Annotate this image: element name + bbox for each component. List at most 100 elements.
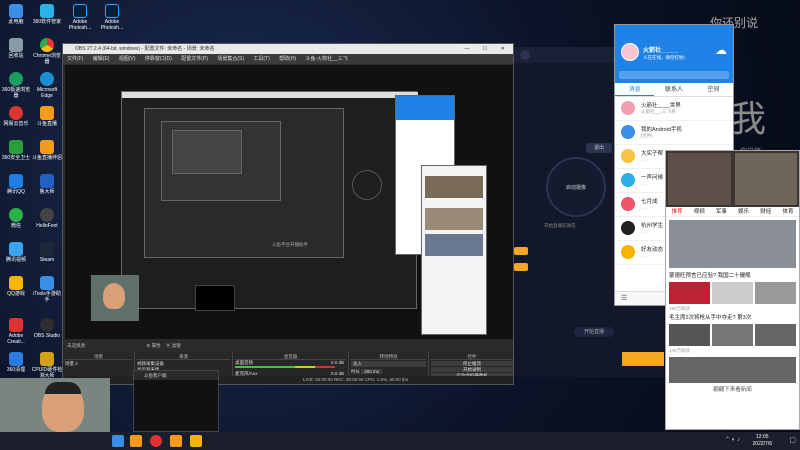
tray-icons[interactable]: ⌃ ◐ ♪ (725, 436, 740, 443)
news-thumb[interactable] (712, 281, 753, 304)
menu-tools[interactable]: 工具(T) (253, 56, 269, 62)
desktop-icon[interactable]: 回收站 (0, 38, 32, 60)
desktop-icon[interactable]: 360极速浏览器 (0, 72, 32, 99)
menu-stream-info[interactable]: 斗鱼-火箭社__三飞 (306, 56, 348, 62)
nested-titlebar (122, 92, 418, 98)
avatar (621, 197, 635, 211)
news-tab[interactable]: 体育 (777, 207, 799, 216)
start-camera-circle[interactable]: 启动摄像 (546, 157, 606, 217)
taskbar-app[interactable] (150, 435, 162, 447)
transition-select[interactable]: 淡入 (351, 361, 426, 367)
contact-message: [文件] (641, 133, 653, 138)
desktop-icon[interactable]: 腾讯QQ (0, 174, 32, 196)
news-image[interactable] (668, 153, 731, 205)
desktop-icon[interactable]: Chrome浏览器 (31, 38, 63, 65)
desktop-icon[interactable]: 微信 (0, 208, 32, 230)
desktop-icon[interactable]: Adobe Creati... (0, 318, 32, 345)
news-thumb[interactable] (755, 323, 796, 346)
obs-menubar: 文件(F) 编辑(E) 视图(V) 停靠窗口(D) 配置文件(P) 场景集合(S… (63, 54, 513, 64)
news-footer[interactable]: 翩翩下来看新闻 (666, 385, 799, 396)
menu-file[interactable]: 文件(F) (67, 56, 83, 62)
menu-profile[interactable]: 配置文件(P) (181, 56, 208, 62)
desktop-icon[interactable]: iTools手游助手 (31, 276, 63, 303)
news-image[interactable] (669, 220, 796, 268)
desktop-icon[interactable]: Steam (31, 242, 63, 264)
notification-icon[interactable]: ▢ (789, 436, 796, 444)
news-tab[interactable]: 视频 (688, 207, 710, 216)
tab-messages[interactable]: 消息 (615, 83, 655, 96)
desktop-icon[interactable]: Microsoft Edge (31, 72, 63, 99)
douyu-orange-bar (622, 352, 664, 366)
obs-window: OBS 27.2.4 (64-bit, windows) - 配置文件: 未命名… (62, 43, 514, 385)
taskbar-app[interactable] (130, 435, 142, 447)
news-window: 推荐 视频 军事 娱乐 财经 体育 蒙德旺预言已应验? 我国二十艘舰 190万阅… (665, 150, 800, 430)
obs-preview[interactable]: 斗鱼平台开播助手 (65, 65, 513, 339)
window-controls[interactable]: — ☐ ✕ (465, 44, 511, 54)
desktop-icon[interactable]: OBS Studio (31, 318, 63, 340)
clock[interactable]: 12:05 2022/7/6 (753, 434, 772, 448)
news-tab[interactable]: 推荐 (666, 207, 688, 216)
desktop-icon[interactable]: 腾讯视频 (0, 242, 32, 264)
news-tab[interactable]: 军事 (710, 207, 732, 216)
desktop-icon[interactable]: QQ游戏 (0, 276, 32, 298)
douyu-orange-tab[interactable] (514, 247, 528, 255)
desktop-icon[interactable]: 此电脑 (0, 4, 32, 26)
qq-header: 火箭社_____ 人在在线，请勿打扰! ☁ (615, 25, 733, 83)
desktop-icon[interactable]: HelloFont (31, 208, 63, 230)
douyu-exit-button[interactable]: 退出 (586, 143, 612, 153)
list-item[interactable]: 火箭社____世界 火箭社___三飞哥 (615, 97, 733, 121)
news-thumb[interactable] (712, 323, 753, 346)
news-tab[interactable]: 财经 (755, 207, 777, 216)
news-tab[interactable]: 娱乐 (733, 207, 755, 216)
nested-news-image (425, 208, 483, 230)
menu-view[interactable]: 视图(V) (119, 56, 136, 62)
nested-news-image (425, 234, 483, 256)
avatar (621, 149, 635, 163)
list-item[interactable]: 我的Android手机 [文件] (615, 121, 733, 145)
news-thumb[interactable] (755, 281, 796, 304)
duration-input[interactable]: 300 ms (361, 369, 383, 374)
desktop-icon[interactable]: 360安全卫士 (0, 140, 32, 162)
tab-contacts[interactable]: 联系人 (654, 83, 693, 96)
menu-help[interactable]: 帮助(H) (279, 56, 296, 62)
menu-docks[interactable]: 停靠窗口(D) (145, 56, 172, 62)
contact-name: 杭州学生 (641, 223, 664, 229)
go-live-button[interactable]: 开始直播 (574, 327, 614, 337)
desktop-icon[interactable]: Adobe Photosh... (64, 4, 96, 31)
news-headline[interactable]: 蒙德旺预言已应验? 我国二十艘舰 (666, 271, 799, 282)
tab-space[interactable]: 空间 (694, 83, 733, 96)
stop-streaming-button[interactable]: 停止推流 (431, 361, 513, 366)
scene-item[interactable]: 场景 2 (65, 361, 132, 367)
douyu-orange-tab[interactable] (514, 263, 528, 271)
news-headline[interactable]: 毛主席2次将枪从手中夺走? 第3次 (666, 313, 799, 324)
news-image[interactable] (734, 153, 797, 205)
menu-scene-collection[interactable]: 场景集合(S) (217, 56, 244, 62)
search-input[interactable] (619, 71, 729, 79)
filters-button[interactable]: 滤镜 (172, 343, 181, 348)
desktop-icon[interactable]: 360软件管家 (31, 4, 63, 26)
properties-button[interactable]: 属性 (152, 343, 161, 348)
start-recording-button[interactable]: 开始录制 (431, 367, 513, 372)
taskbar-app[interactable] (170, 435, 182, 447)
news-thumb[interactable] (669, 281, 710, 304)
desktop-icon[interactable]: Adobe Photosh... (96, 4, 128, 31)
taskbar-app[interactable] (112, 435, 124, 447)
news-thumb[interactable] (669, 323, 710, 346)
gear-icon[interactable]: ⚙ (146, 343, 150, 348)
contact-message: ... (641, 181, 645, 186)
controls-dock-title: 控件 (431, 353, 513, 360)
desktop-icon[interactable]: 网易云音乐 (0, 106, 32, 128)
desktop-icon[interactable]: 斗鱼直播 (31, 106, 63, 128)
nested-capture (161, 121, 281, 201)
avatar[interactable] (621, 43, 639, 61)
filter-icon[interactable]: ▣ (166, 343, 171, 348)
desktop-icon[interactable]: 斗鱼直播伴侣 (31, 140, 63, 162)
desktop-icon[interactable]: 360清理 (0, 352, 32, 374)
desktop-icon[interactable]: 鲁大师 (31, 174, 63, 196)
news-image[interactable] (669, 356, 796, 383)
taskbar-app[interactable] (190, 435, 202, 447)
desktop-icon[interactable]: CPUID硬件检测大师 (31, 352, 63, 379)
menu-icon[interactable]: ☰ (621, 294, 627, 302)
menu-edit[interactable]: 编辑(E) (93, 56, 110, 62)
obs-titlebar[interactable]: OBS 27.2.4 (64-bit, windows) - 配置文件: 未命名… (63, 44, 513, 54)
